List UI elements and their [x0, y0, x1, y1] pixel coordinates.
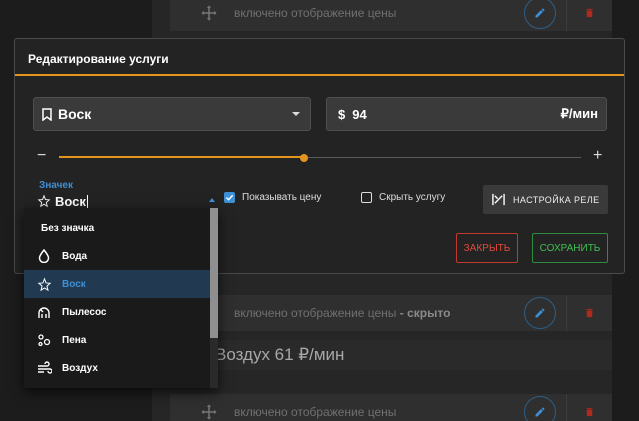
scrollbar-thumb[interactable]: [210, 208, 218, 338]
trash-icon: [586, 407, 593, 417]
edit-button[interactable]: [524, 396, 556, 421]
wax-icon: [37, 194, 51, 208]
hide-service-checkbox[interactable]: Скрыть услугу: [361, 192, 445, 203]
hide-service-label: Скрыть услугу: [379, 192, 446, 203]
row-text: включено отображение цены: [234, 6, 397, 20]
icon-dropdown-menu: Без значка Вода Воск Пылесос Пена Воздух: [24, 208, 218, 388]
dropdown-item-label: Воздух: [62, 362, 98, 374]
dropdown-item-label: Пылесос: [62, 306, 107, 318]
checkbox-checked[interactable]: [224, 192, 235, 203]
dropdown-scrollbar[interactable]: [210, 208, 218, 388]
service-row: включено отображение цены: [170, 0, 612, 31]
price-input[interactable]: $ 94 ₽/мин: [326, 97, 607, 131]
vacuum-icon: [36, 304, 52, 320]
price-unit: ₽/мин: [560, 106, 598, 121]
service-row: включено отображение цены: [170, 394, 612, 421]
move-icon[interactable]: [196, 399, 222, 421]
dropdown-item-label: Воск: [62, 278, 86, 290]
dropdown-item-label: Вода: [62, 250, 88, 262]
row-text: включено отображение цены: [234, 306, 397, 320]
service-select[interactable]: Воск: [33, 97, 311, 131]
service-row: включено отображение цены - скрыто: [170, 295, 612, 331]
slider-decrease-button[interactable]: −: [37, 147, 49, 165]
trash-icon: [586, 308, 593, 318]
close-button[interactable]: ЗАКРЫТЬ: [456, 233, 518, 263]
dropdown-item-label: Без значка: [41, 222, 95, 234]
bookmark-icon: [42, 107, 54, 121]
service-title: Воздух 61 ₽/мин: [205, 340, 612, 370]
water-drop-icon: [36, 248, 52, 264]
pencil-icon: [535, 308, 545, 318]
relay-settings-button[interactable]: НАСТРОЙКА РЕЛЕ: [483, 185, 608, 214]
slider-fill: [59, 156, 305, 158]
price-slider[interactable]: [59, 154, 581, 162]
chevron-down-icon: [292, 112, 300, 116]
icon-field-label: Значек: [39, 180, 73, 191]
icon-value: Воск: [55, 193, 86, 209]
show-price-label: Показывать цену: [242, 192, 322, 203]
dropdown-item-label: Пена: [62, 334, 87, 346]
dropdown-item-wax[interactable]: Воск: [24, 270, 210, 298]
chevron-up-icon: [209, 198, 215, 202]
save-button[interactable]: СОХРАНИТЬ: [532, 233, 608, 263]
currency-symbol: $: [338, 106, 346, 122]
show-price-checkbox[interactable]: Показывать цену: [224, 192, 321, 203]
dropdown-item-air[interactable]: Воздух: [24, 354, 210, 382]
delete-button[interactable]: [566, 295, 612, 331]
row-text: включено отображение цены: [234, 405, 397, 419]
price-value: 94: [352, 106, 367, 122]
foam-icon: [36, 332, 52, 348]
air-icon: [36, 360, 52, 376]
dropdown-item-foam[interactable]: Пена: [24, 326, 210, 354]
checkbox-unchecked[interactable]: [361, 192, 372, 203]
relay-button-label: НАСТРОЙКА РЕЛЕ: [513, 194, 600, 205]
check-icon: [225, 194, 234, 201]
pencil-icon: [535, 8, 545, 18]
title-divider: [15, 74, 624, 76]
hidden-suffix: - скрыто: [396, 306, 451, 320]
delete-button[interactable]: [566, 0, 612, 31]
dialog-title: Редактирование услуги: [28, 52, 169, 66]
edit-button[interactable]: [524, 0, 556, 29]
move-icon[interactable]: [196, 0, 222, 26]
delete-button[interactable]: [566, 394, 612, 421]
wax-icon: [36, 276, 52, 292]
dropdown-item-water[interactable]: Вода: [24, 242, 210, 270]
edit-button[interactable]: [524, 297, 556, 329]
dropdown-item-vacuum[interactable]: Пылесос: [24, 298, 210, 326]
service-value: Воск: [58, 106, 92, 122]
relay-icon: [492, 193, 505, 206]
pencil-icon: [535, 407, 545, 417]
dropdown-item-none[interactable]: Без значка: [24, 214, 210, 242]
text-cursor: [86, 194, 88, 208]
slider-thumb[interactable]: [300, 154, 309, 162]
trash-icon: [586, 8, 593, 18]
slider-increase-button[interactable]: +: [593, 147, 602, 165]
